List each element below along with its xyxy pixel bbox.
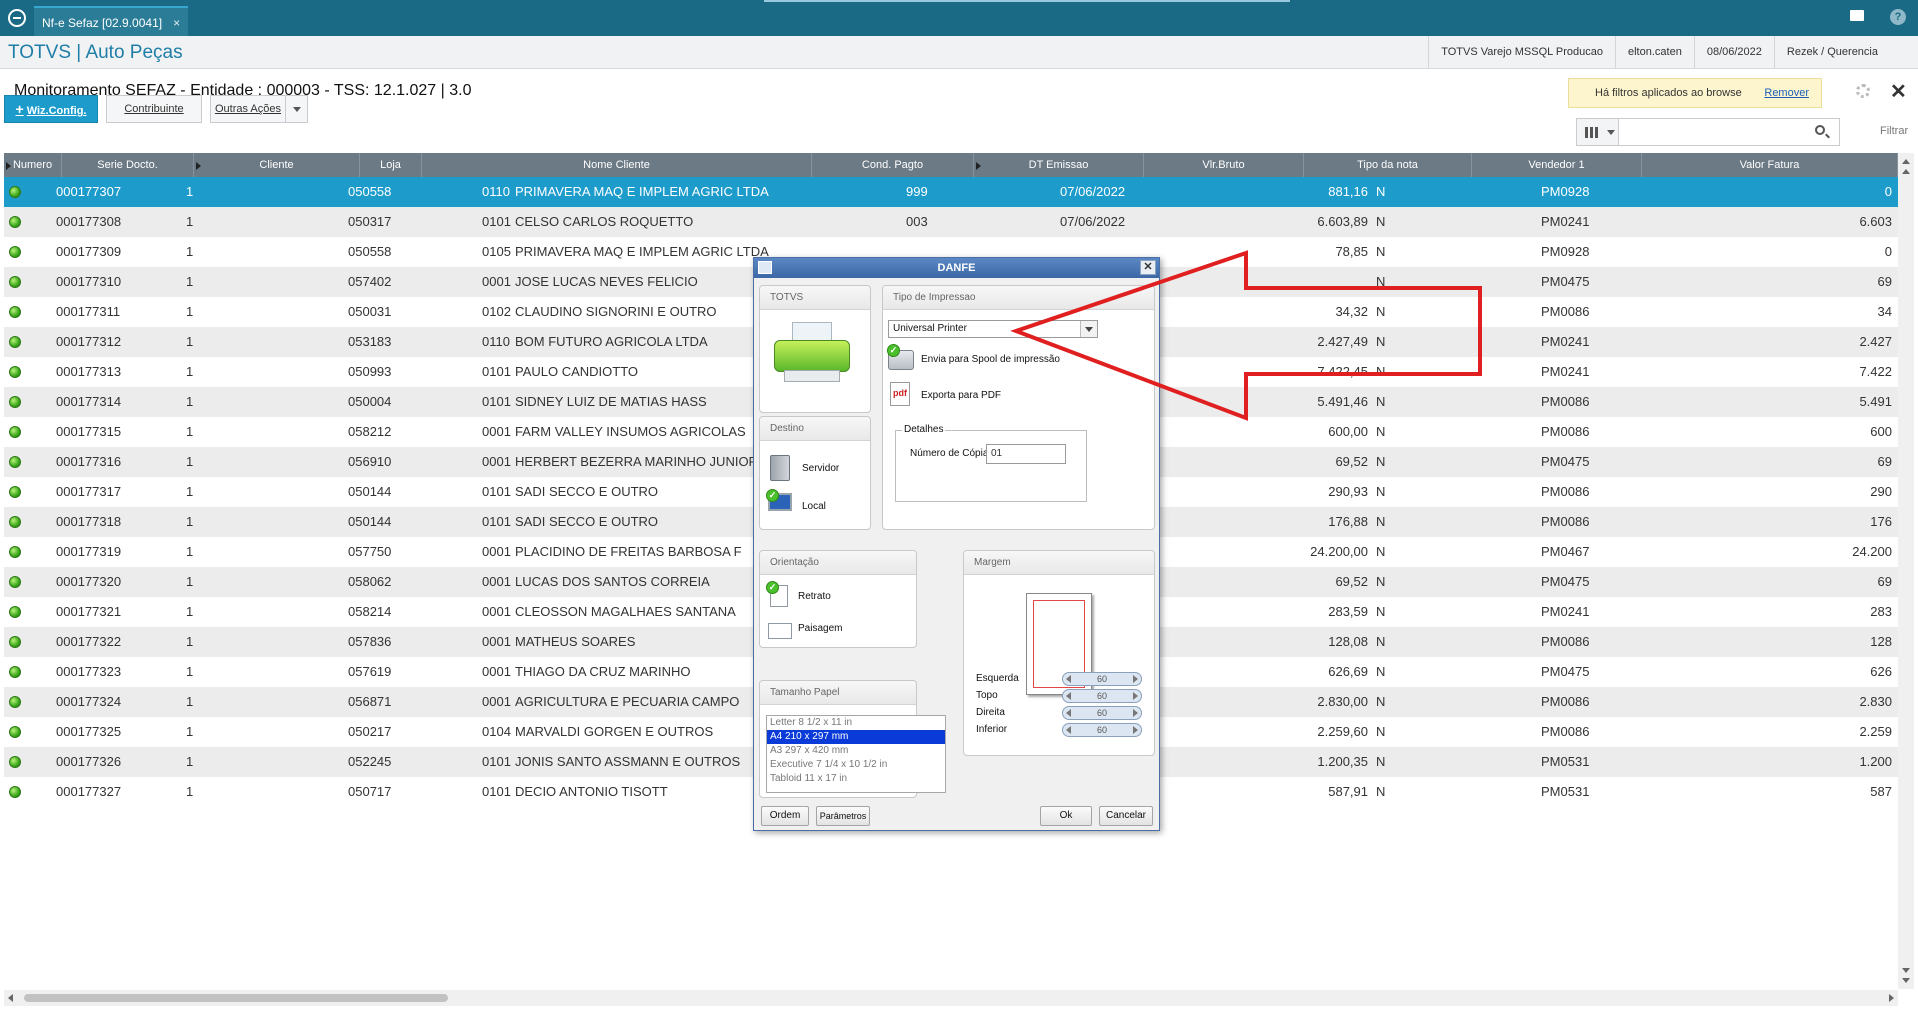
red-arrow-shape xyxy=(1010,250,1482,421)
annotation-arrow xyxy=(1010,250,1482,421)
